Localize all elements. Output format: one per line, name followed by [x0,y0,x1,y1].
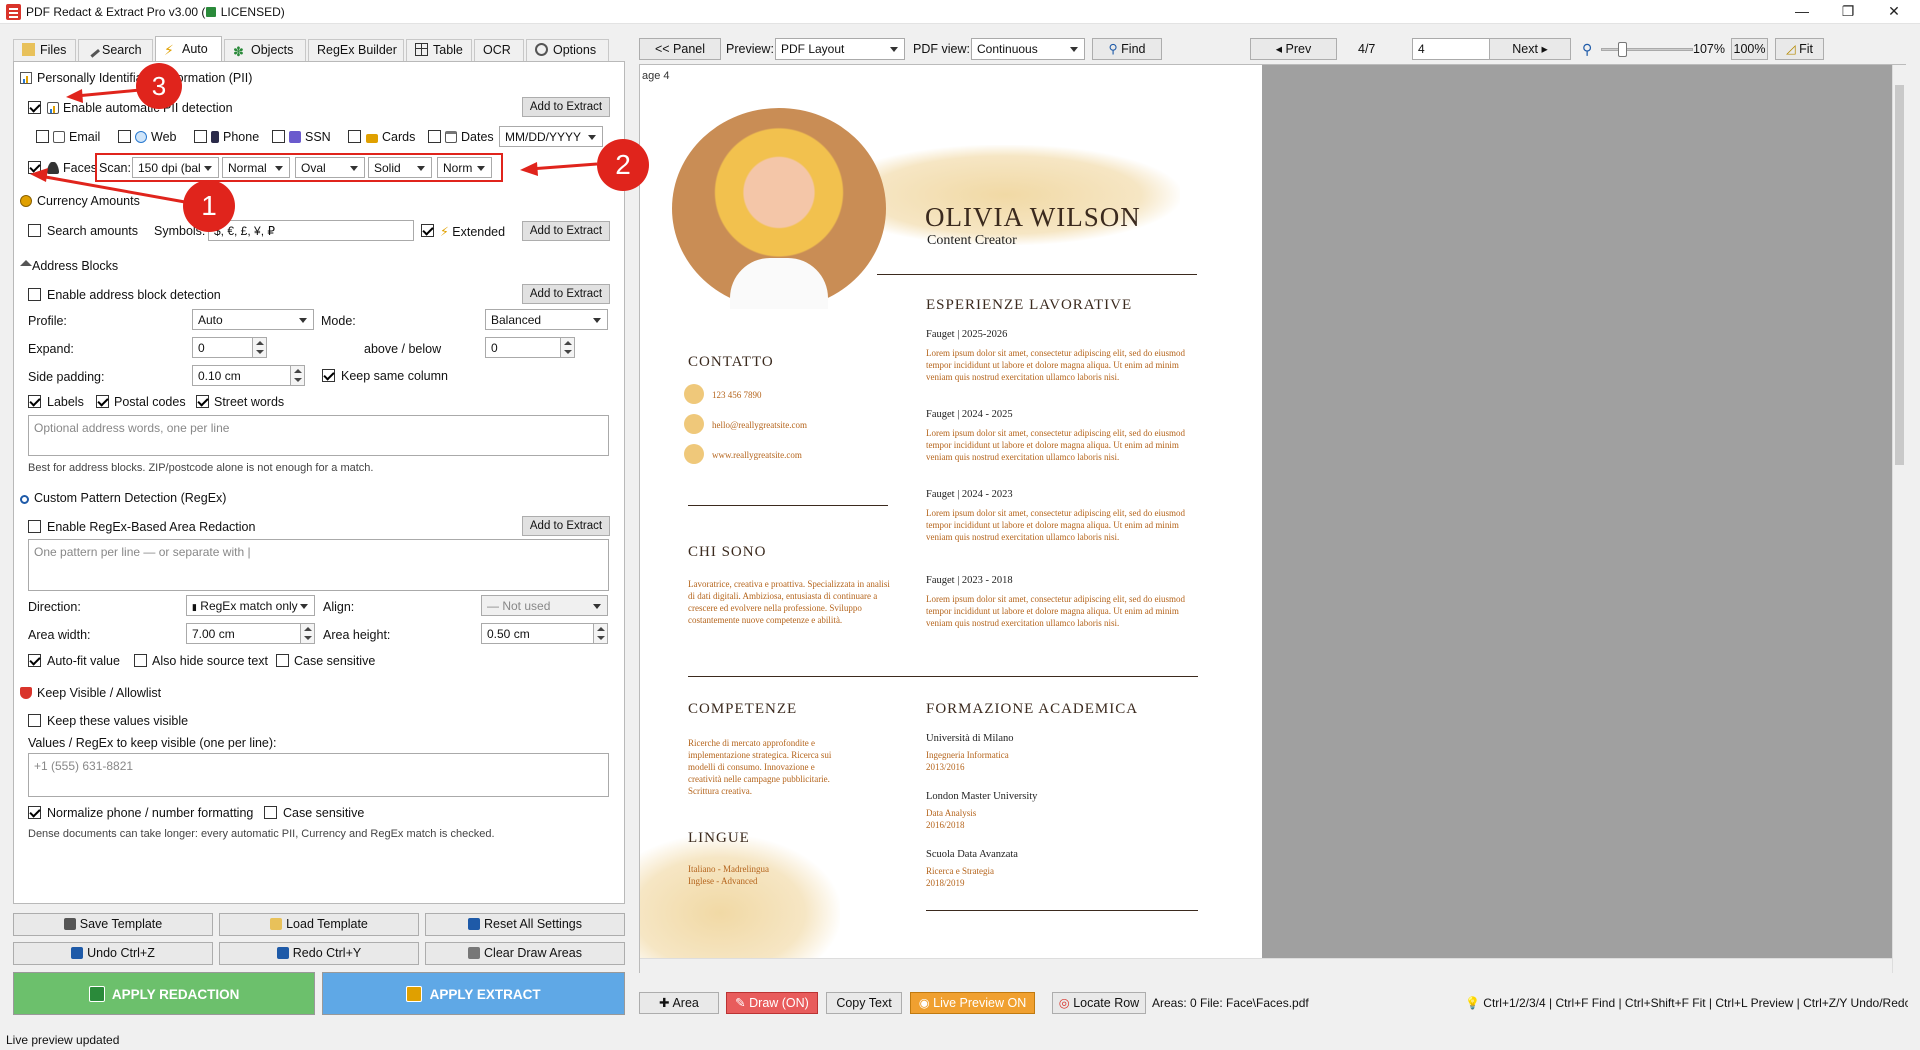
annotation-arrows [30,88,598,204]
annotation-arrow [529,162,598,171]
annotation-arrowhead [520,162,538,176]
annotation-marker-3: 3 [136,63,182,109]
annotation-marker-2: 2 [597,139,649,191]
annotation-arrowhead [66,89,83,103]
annotation-arrowhead [30,168,48,182]
annotation-arrow [39,174,186,204]
annotation-marker-1: 1 [183,180,235,232]
annotation-arrow [75,88,141,98]
